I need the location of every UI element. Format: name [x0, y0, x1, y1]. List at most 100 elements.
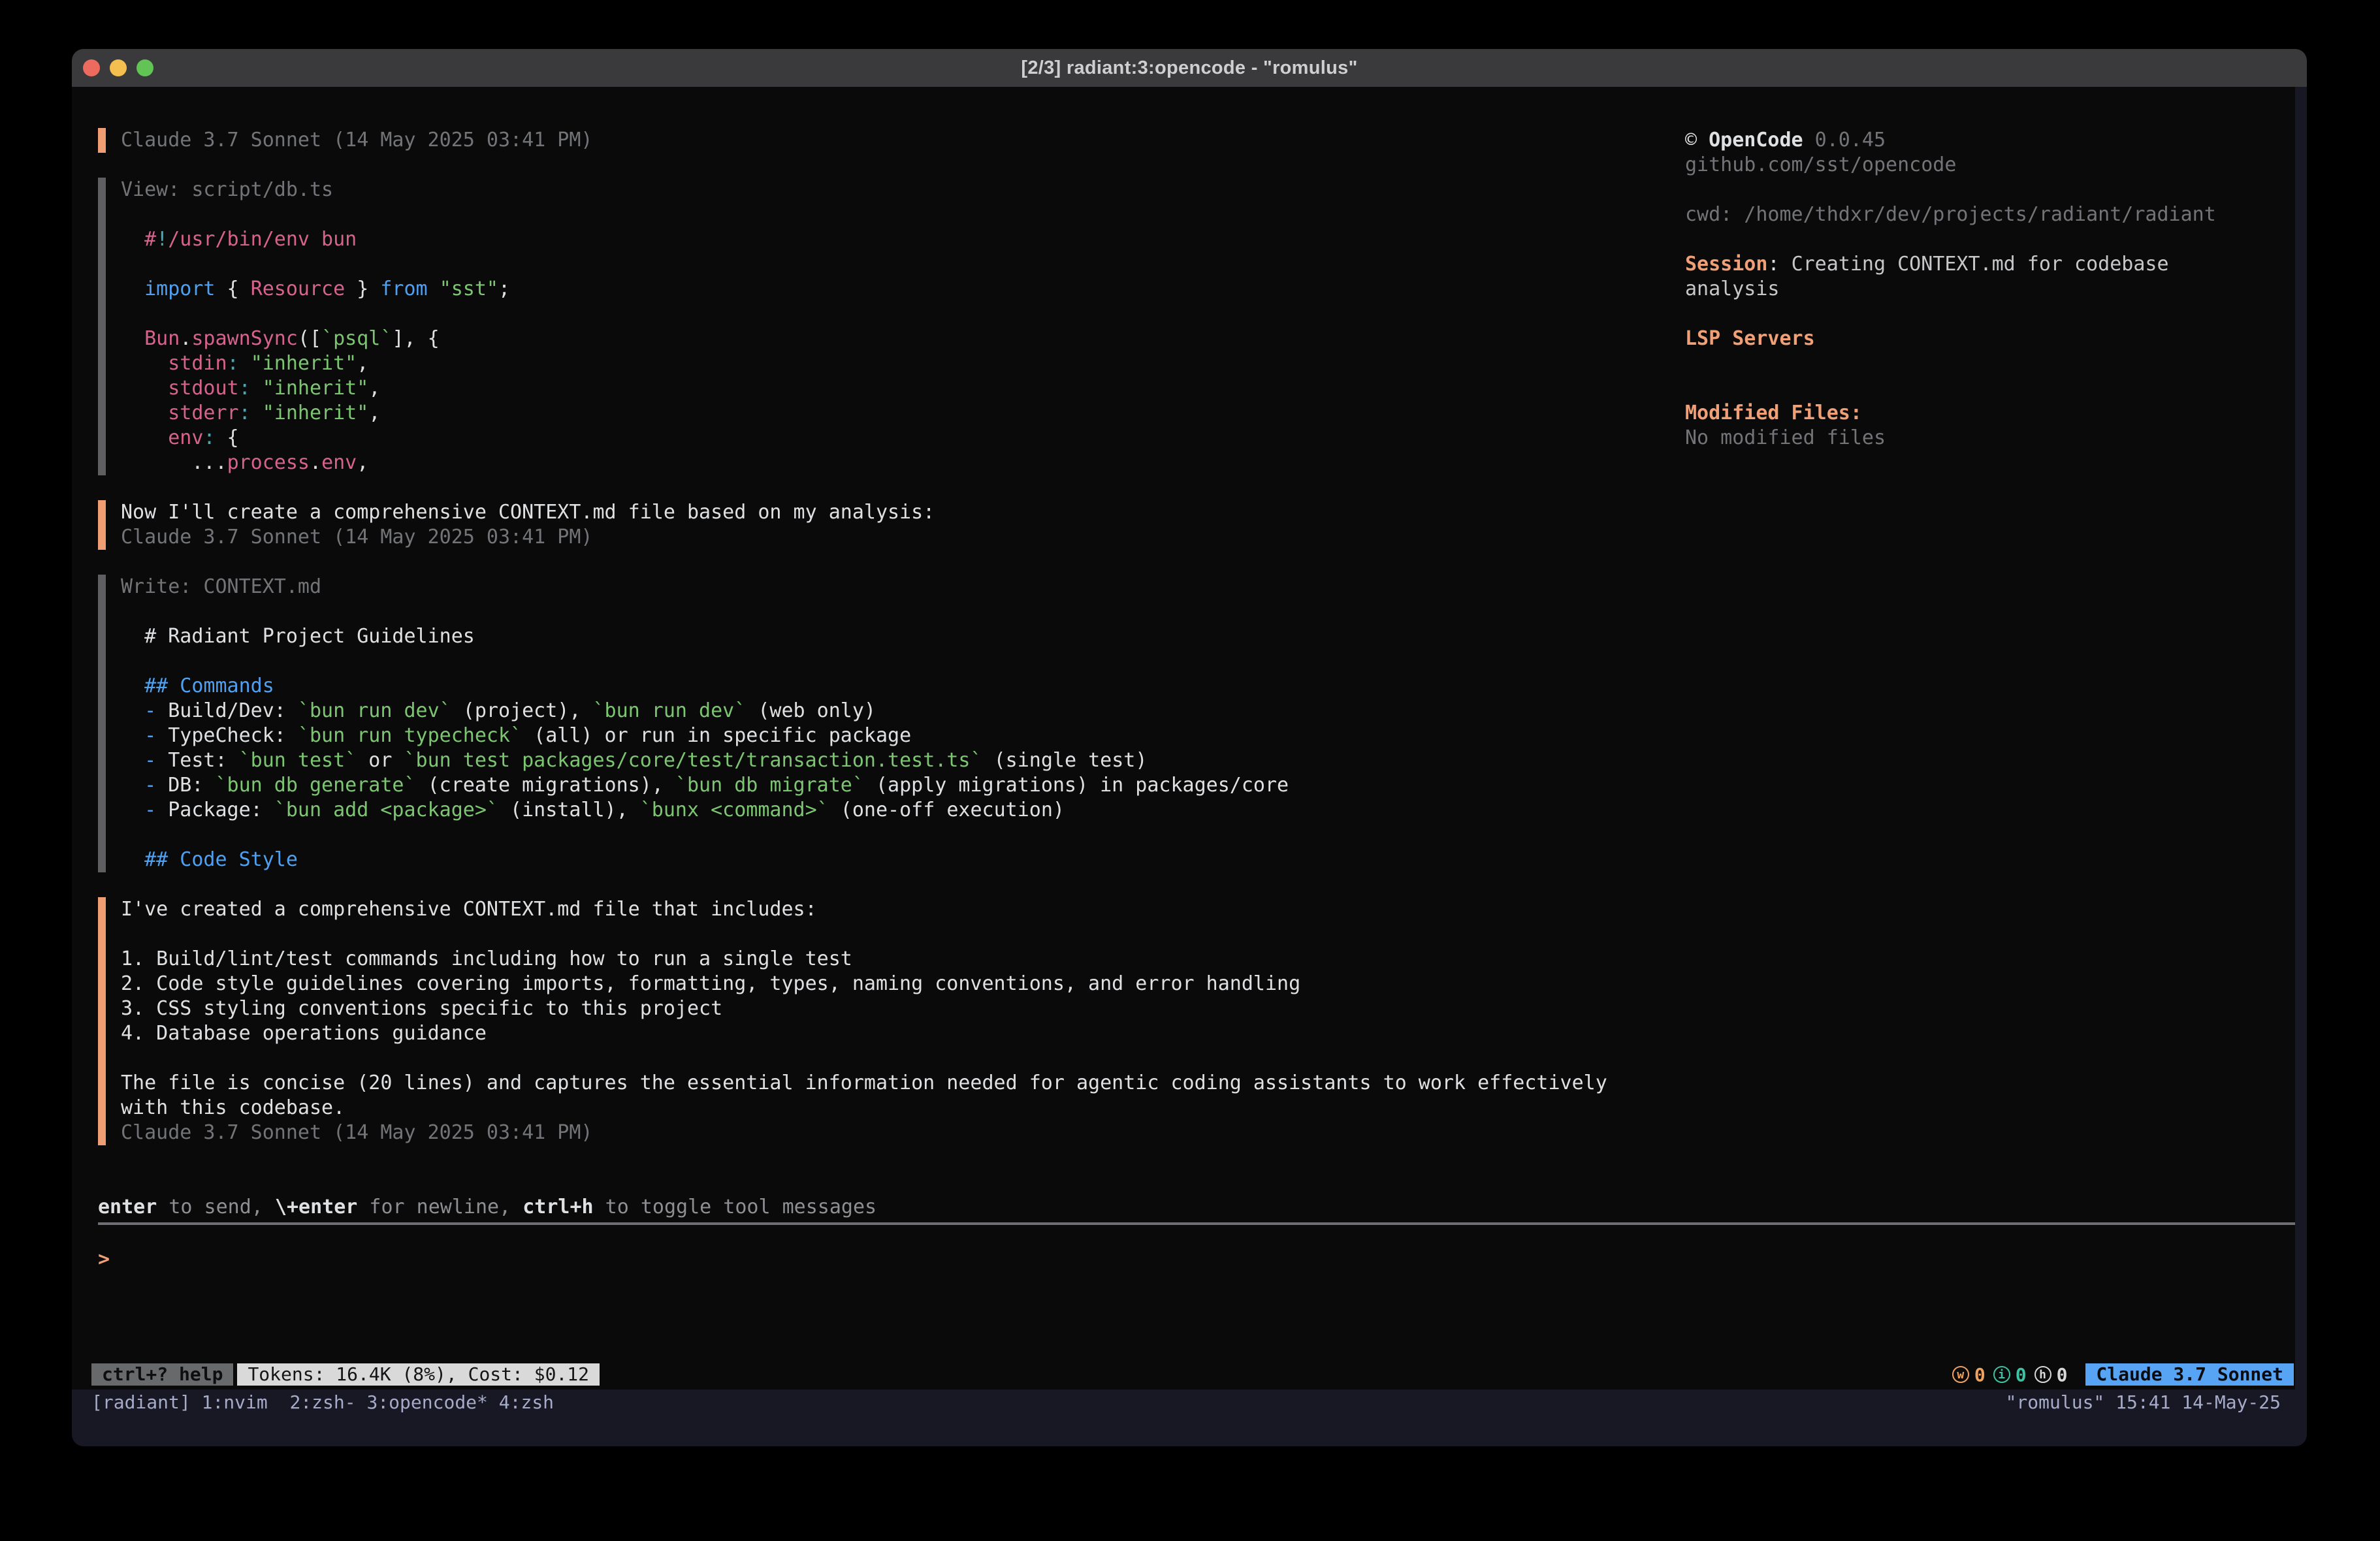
text-segment: View: script/db.ts [121, 178, 333, 201]
text-segment: github.com/sst/opencode [1685, 153, 1956, 176]
text-segment: , [357, 352, 368, 375]
text-segment: env [168, 426, 203, 449]
text-segment [121, 426, 168, 449]
opencode-tui: Claude 3.7 Sonnet (14 May 2025 03:41 PM)… [72, 87, 2295, 1390]
text-line [121, 302, 1679, 326]
text-line: Claude 3.7 Sonnet (14 May 2025 03:41 PM) [121, 525, 1679, 550]
block-gap [98, 550, 1679, 575]
text-line: enter to send, \+enter for newline, ctrl… [98, 1195, 876, 1220]
text-segment: import [144, 278, 215, 300]
assistant-message-summary: I've created a comprehensive CONTEXT.md … [98, 897, 1679, 1145]
warnings-count: 0 [1974, 1364, 1986, 1386]
text-segment: , [357, 451, 368, 474]
text-line: LSP Servers [1685, 326, 2286, 351]
text-line: import { Resource } from "sst"; [121, 277, 1679, 302]
composer-hints: enter to send, \+enter for newline, ctrl… [98, 1195, 876, 1220]
text-line: View: script/db.ts [121, 178, 1679, 202]
text-segment: Test: [156, 749, 238, 772]
text-segment: analysis [1685, 278, 1780, 300]
terminal-window: [2/3] radiant:3:opencode - "romulus" Cla… [72, 49, 2307, 1446]
text-segment: "inherit" [263, 402, 369, 424]
text-segment: ... [121, 451, 227, 474]
prompt-input[interactable]: > [98, 1247, 110, 1272]
tmux-session-info: "romulus" 15:41 14-May-25 [2006, 1391, 2281, 1413]
text-segment: } [345, 278, 380, 300]
tmux-window-list: [radiant] 1:nvim 2:zsh- 3:opencode* 4:zs… [91, 1391, 565, 1413]
text-line: 3. CSS styling conventions specific to t… [121, 996, 1679, 1021]
text-line [1685, 227, 2286, 252]
text-segment: (one-off execution) [829, 799, 1065, 821]
text-segment: `bun run dev` [593, 699, 747, 722]
tmux-window-3[interactable]: 3:opencode* [366, 1391, 498, 1413]
text-segment: ([ [298, 327, 321, 350]
text-segment [251, 402, 263, 424]
text-segment: `bun test packages/core/test/transaction… [404, 749, 982, 772]
text-line: Session: Creating CONTEXT.md for codebas… [1685, 252, 2286, 277]
text-segment: ], { [392, 327, 439, 350]
minimize-window-button[interactable] [110, 59, 127, 76]
close-window-button[interactable] [83, 59, 100, 76]
text-line [121, 202, 1679, 227]
text-segment: - [144, 724, 156, 747]
fullscreen-window-button[interactable] [137, 59, 153, 76]
text-line [1685, 178, 2286, 202]
model-chip[interactable]: Claude 3.7 Sonnet [2085, 1363, 2294, 1386]
tmux-session-name: [radiant] [91, 1391, 202, 1413]
text-line: No modified files [1685, 426, 2286, 451]
desktop: { "window": { "title": "[2/3] radiant:3:… [0, 0, 2380, 1541]
text-segment: : [239, 402, 251, 424]
text-segment: : [227, 352, 239, 375]
text-segment: "sst" [440, 278, 498, 300]
text-segment: - [144, 749, 156, 772]
text-segment: ctrl+h [523, 1196, 593, 1218]
prompt-caret: > [98, 1248, 110, 1271]
text-line [121, 649, 1679, 674]
text-segment: 4. Database operations guidance [121, 1022, 487, 1045]
text-segment: `bun add <package>` [274, 799, 498, 821]
text-segment: `bun db migrate` [675, 774, 864, 797]
tmux-window-1[interactable]: 1:nvim [202, 1391, 290, 1413]
help-chip[interactable]: ctrl+? help [91, 1363, 233, 1386]
text-segment: "inherit" [251, 352, 357, 375]
text-segment: \+enter [275, 1196, 357, 1218]
text-segment: # Radiant Project Guidelines [121, 625, 475, 648]
text-segment: Session [1685, 253, 1767, 276]
text-segment: Write: CONTEXT.md [121, 575, 321, 598]
text-segment: (web only) [746, 699, 876, 722]
tmux-window-2[interactable]: 2:zsh- [289, 1391, 366, 1413]
tmux-window-4[interactable]: 4:zsh [499, 1391, 565, 1413]
text-segment: Claude 3.7 Sonnet (14 May 2025 03:41 PM) [121, 1121, 592, 1144]
text-line: ## Code Style [121, 848, 1679, 872]
text-segment: stdin [168, 352, 227, 375]
text-segment: , [368, 402, 380, 424]
diagnostic-warnings: w0 [1952, 1364, 1986, 1386]
text-segment: Bun [144, 327, 180, 350]
text-line: ...process.env, [121, 451, 1679, 475]
text-line: 1. Build/lint/test commands including ho… [121, 947, 1679, 972]
tool-view-script-db: View: script/db.ts #!/usr/bin/env bun im… [98, 178, 1679, 475]
text-segment: TypeCheck: [156, 724, 298, 747]
text-segment: with this codebase. [121, 1096, 345, 1119]
text-segment: process [227, 451, 310, 474]
text-line: - DB: `bun db generate` (create migratio… [121, 773, 1679, 798]
text-segment: /usr/bin/env bun [168, 228, 357, 251]
text-segment: 0.0.45 [1803, 129, 1886, 151]
text-line [121, 1046, 1679, 1071]
hints-count: 0 [2057, 1364, 2068, 1386]
text-line [121, 252, 1679, 277]
text-segment: 1. Build/lint/test commands including ho… [121, 947, 852, 970]
text-segment: (apply migrations) in packages/core [864, 774, 1289, 797]
text-segment: `bun run typecheck` [298, 724, 522, 747]
text-line [1685, 351, 2286, 376]
diagnostic-info: i0 [1993, 1364, 2027, 1386]
text-segment: : [1767, 253, 1791, 276]
text-segment [428, 278, 440, 300]
text-segment: I've created a comprehensive CONTEXT.md … [121, 898, 817, 921]
text-segment: `bun run dev` [298, 699, 451, 722]
text-segment: (install), [498, 799, 640, 821]
text-line: ## Commands [121, 674, 1679, 699]
text-line: Write: CONTEXT.md [121, 575, 1679, 599]
info-count: 0 [2016, 1364, 2027, 1386]
window-titlebar[interactable]: [2/3] radiant:3:opencode - "romulus" [72, 49, 2307, 87]
text-segment: - [144, 699, 156, 722]
